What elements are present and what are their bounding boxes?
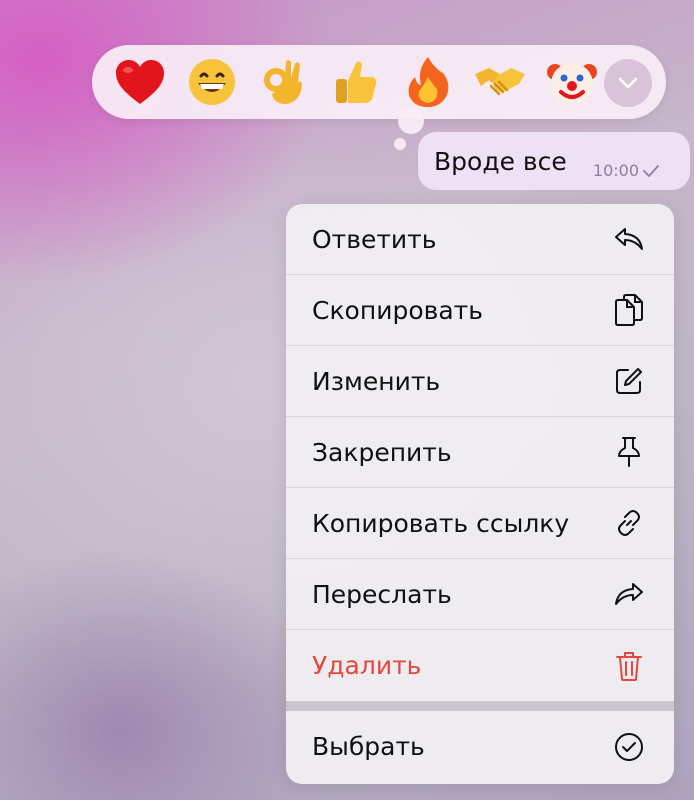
menu-item-label: Копировать ссылку bbox=[312, 508, 570, 538]
menu-item-reply[interactable]: Ответить bbox=[286, 204, 674, 275]
checkmark-icon bbox=[643, 164, 659, 177]
reaction-grin[interactable] bbox=[176, 52, 248, 112]
menu-item-label: Переслать bbox=[312, 579, 452, 609]
menu-item-label: Удалить bbox=[312, 651, 422, 680]
menu-item-copy[interactable]: Скопировать bbox=[286, 275, 674, 346]
reply-icon bbox=[615, 228, 643, 250]
red-heart-emoji-icon bbox=[116, 60, 164, 104]
reaction-bar bbox=[92, 45, 666, 119]
menu-item-forward[interactable]: Переслать bbox=[286, 559, 674, 630]
message-text: Вроде все bbox=[434, 146, 567, 176]
thumbs-up-emoji-icon bbox=[336, 61, 377, 103]
grinning-face-emoji-icon bbox=[189, 59, 235, 105]
menu-item-label: Изменить bbox=[312, 366, 441, 396]
chevron-down-icon bbox=[618, 77, 638, 89]
menu-separator bbox=[286, 701, 674, 711]
forward-icon bbox=[615, 583, 643, 605]
reaction-thumbs-up[interactable] bbox=[320, 52, 392, 112]
reaction-fire[interactable] bbox=[392, 52, 464, 112]
reaction-bar-tail bbox=[398, 108, 424, 134]
link-icon bbox=[618, 510, 640, 536]
menu-item-copy-link[interactable]: Копировать ссылку bbox=[286, 488, 674, 559]
menu-item-label: Ответить bbox=[312, 224, 437, 254]
menu-item-delete[interactable]: Удалить bbox=[286, 630, 674, 701]
menu-item-label: Выбрать bbox=[312, 732, 425, 761]
edit-icon bbox=[616, 368, 642, 394]
reaction-clown[interactable] bbox=[536, 52, 608, 112]
pin-icon bbox=[618, 437, 640, 467]
message-bubble[interactable]: Вроде все 10:00 bbox=[418, 132, 690, 190]
menu-item-pin[interactable]: Закрепить bbox=[286, 417, 674, 488]
context-menu: Ответить Скопировать Изменить Закрепить … bbox=[286, 204, 674, 784]
message-time: 10:00 bbox=[592, 161, 639, 180]
fire-emoji-icon bbox=[408, 57, 449, 107]
message-meta: 10:00 bbox=[593, 161, 660, 180]
menu-item-edit[interactable]: Изменить bbox=[286, 346, 674, 417]
checkmark-circle-icon bbox=[615, 732, 643, 761]
handshake-emoji-icon bbox=[475, 68, 525, 96]
clown-face-emoji-icon bbox=[547, 63, 597, 105]
ok-hand-emoji-icon bbox=[264, 60, 302, 104]
reaction-ok-hand[interactable] bbox=[248, 52, 320, 112]
trash-icon bbox=[616, 651, 642, 681]
reaction-handshake[interactable] bbox=[464, 52, 536, 112]
menu-item-label: Закрепить bbox=[312, 437, 452, 467]
more-reactions-button[interactable] bbox=[604, 59, 652, 107]
reaction-heart[interactable] bbox=[104, 52, 176, 112]
menu-item-label: Скопировать bbox=[312, 295, 483, 325]
copy-icon bbox=[615, 294, 643, 326]
reaction-bar-tail-small bbox=[394, 138, 406, 150]
menu-item-select[interactable]: Выбрать bbox=[286, 711, 674, 782]
